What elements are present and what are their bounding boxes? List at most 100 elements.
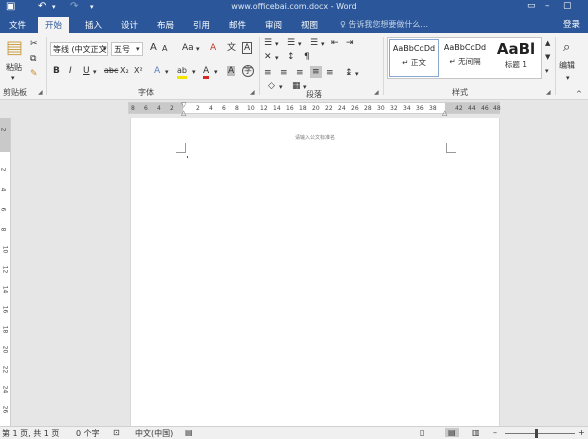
align-left-icon[interactable]: ≡ [264,68,272,78]
style-normal[interactable]: AaBbCcDd ↵ 正文 [389,39,439,77]
tab-layout[interactable]: 布局 [150,17,181,33]
numbering-icon[interactable]: ☰ [287,38,295,48]
chinese-layout-dropdown-icon[interactable]: ▾ [275,53,279,63]
change-case-button[interactable]: Aa [182,43,194,53]
web-layout-icon[interactable]: ▥ [472,428,480,437]
char-border-button[interactable]: A [242,42,253,54]
sort-icon[interactable]: ↕ [287,52,295,62]
editing-button[interactable]: 编辑 [559,61,575,71]
hanging-indent-marker[interactable]: △ [181,108,186,118]
cut-icon[interactable]: ✂ [30,39,38,49]
page-count[interactable]: 第 1 页, 共 1 页 [2,428,59,439]
paste-button[interactable]: 粘贴 [6,63,22,73]
horizontal-ruler[interactable]: 8 6 4 2 2 4 6 8 10 12 14 16 18 20 22 24 … [128,101,501,117]
collapse-ribbon-icon[interactable]: ^ [576,89,582,99]
paragraph-launcher-icon[interactable]: ◢ [374,89,379,96]
tab-references[interactable]: 引用 [186,17,217,33]
phonetic-guide-button[interactable]: 文 [227,43,236,53]
paste-icon[interactable]: ▤ [6,39,23,57]
line-spacing-icon[interactable]: ↨ [345,68,353,78]
tab-view[interactable]: 视图 [294,17,325,33]
tab-home[interactable]: 开始 [38,17,70,33]
shading-icon[interactable]: ◇ [268,81,275,91]
style-heading-1[interactable]: AaBl 标题 1 [491,39,541,77]
bold-button[interactable]: B [53,66,60,76]
tab-design[interactable]: 设计 [114,17,145,33]
grow-font-button[interactable]: A [150,43,157,53]
editing-dropdown-icon[interactable]: ▾ [566,73,570,83]
enclose-char-button[interactable]: 字 [242,65,254,77]
tab-mailings[interactable]: 邮件 [222,17,253,33]
clear-format-button[interactable]: A [210,43,216,53]
char-shading-button[interactable]: A [227,66,236,76]
underline-dropdown-icon[interactable]: ▾ [93,67,97,77]
tell-me-search[interactable]: ♀ 告诉我您想要做什么... [340,19,428,30]
shading-dropdown-icon[interactable]: ▾ [279,82,283,92]
highlight-dropdown-icon[interactable]: ▾ [192,67,196,77]
style-no-spacing[interactable]: AaBbCcDd ↵ 无间隔 [440,39,490,77]
bullets-dropdown-icon[interactable]: ▾ [275,39,279,49]
tab-file[interactable]: 文件 [2,17,33,33]
paste-dropdown-icon[interactable]: ▾ [11,73,15,83]
tab-insert[interactable]: 插入 [78,17,109,33]
underline-button[interactable]: U [83,66,90,76]
align-center-icon[interactable]: ≡ [280,68,288,78]
superscript-button[interactable]: X² [134,66,143,76]
ruler-label: 26 [351,105,359,112]
tab-review[interactable]: 审阅 [258,17,289,33]
font-name-dropdown-icon[interactable]: ▾ [103,44,107,54]
format-painter-icon[interactable]: ✎ [30,69,38,79]
proofing-icon[interactable]: ⊡ [113,428,120,437]
language-indicator[interactable]: 中文(中国) [135,428,173,439]
copy-icon[interactable]: ⧉ [30,54,36,64]
multilevel-list-dropdown-icon[interactable]: ▾ [321,39,325,49]
distributed-icon[interactable]: ≡ [326,68,334,78]
highlight-button[interactable]: ab [177,66,187,79]
styles-more-icon[interactable]: ▾ [545,66,549,76]
print-layout-icon[interactable]: ▤ [445,428,459,437]
word-count[interactable]: 0 个字 [76,428,100,439]
justify-icon[interactable]: ≡ [310,66,322,78]
increase-indent-icon[interactable]: ⇥ [346,38,354,48]
decrease-indent-icon[interactable]: ⇤ [331,38,339,48]
styles-launcher-icon[interactable]: ◢ [546,89,551,96]
zoom-in-icon[interactable]: + [578,428,585,437]
font-name-combo[interactable]: 等线 (中文正文) [50,42,108,56]
borders-icon[interactable]: ▦ [292,81,301,91]
styles-scroll-down-icon[interactable]: ▼ [545,52,550,62]
document-page[interactable]: 请输入公文标准名 [130,118,500,426]
minimize-icon[interactable]: – [545,1,550,11]
change-case-dropdown-icon[interactable]: ▾ [196,44,200,54]
bullets-icon[interactable]: ☰ [264,38,272,48]
text-effects-dropdown-icon[interactable]: ▾ [165,67,169,77]
italic-button[interactable]: I [69,66,72,76]
strikethrough-button[interactable]: abc [104,66,118,76]
numbering-dropdown-icon[interactable]: ▾ [298,39,302,49]
clipboard-launcher-icon[interactable]: ◢ [38,89,43,96]
read-mode-icon[interactable]: ▯ [420,428,424,437]
login-link[interactable]: 登录 [563,18,580,30]
show-marks-icon[interactable]: ¶ [304,52,310,62]
font-launcher-icon[interactable]: ◢ [250,89,255,96]
find-icon[interactable]: ⌕ [563,41,570,54]
styles-scroll-up-icon[interactable]: ▲ [545,38,550,48]
chinese-layout-icon[interactable]: ✕ [264,52,272,62]
ribbon-options-icon[interactable]: ▭ [527,1,536,11]
macro-record-icon[interactable]: ▤ [185,428,193,437]
zoom-slider-thumb[interactable] [535,429,538,438]
font-size-dropdown-icon[interactable]: ▾ [136,44,140,54]
right-indent-marker[interactable]: △ [442,108,447,118]
text-effects-button[interactable]: A [154,66,160,76]
group-divider [259,37,260,95]
font-color-button[interactable]: A [203,66,210,79]
shrink-font-button[interactable]: A [162,44,167,54]
font-color-dropdown-icon[interactable]: ▾ [214,67,218,77]
line-spacing-dropdown-icon[interactable]: ▾ [355,69,359,79]
vertical-ruler[interactable]: 2 2 4 6 8 10 12 14 16 18 20 22 24 26 [0,118,11,426]
zoom-slider[interactable] [505,433,575,434]
align-right-icon[interactable]: ≡ [296,68,304,78]
subscript-button[interactable]: X₂ [120,66,129,76]
multilevel-list-icon[interactable]: ☰ [310,38,318,48]
zoom-out-icon[interactable]: – [493,428,497,437]
maximize-icon[interactable]: ▢ [563,1,572,11]
